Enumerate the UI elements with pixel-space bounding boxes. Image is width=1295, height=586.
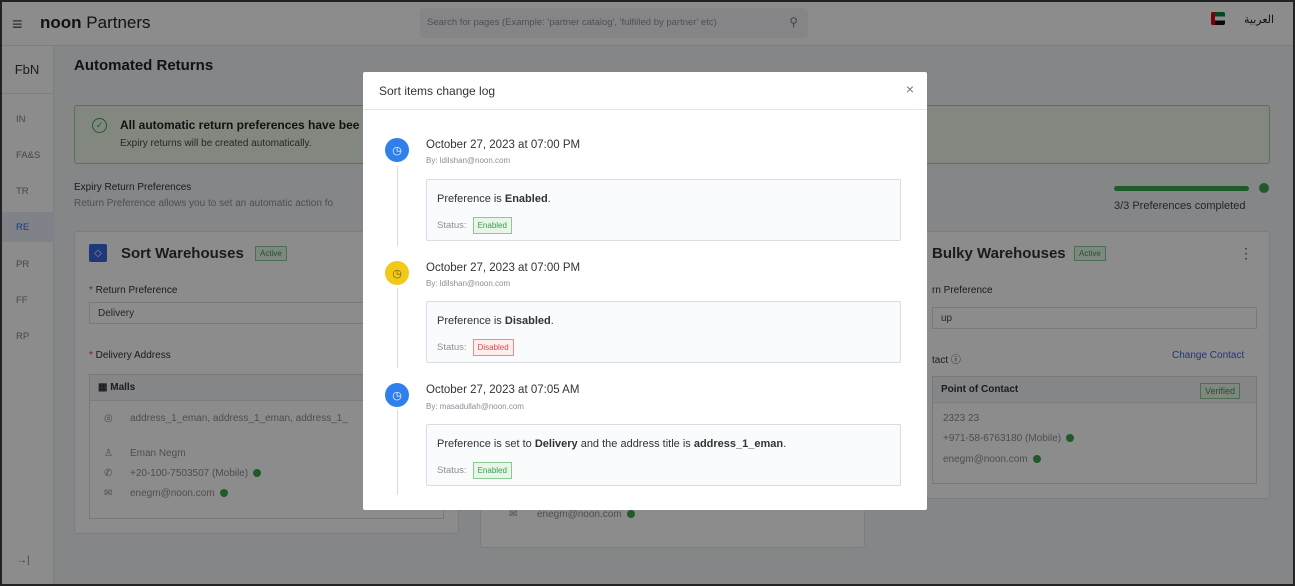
log-author: By: ldilshan@noon.com [426,156,511,165]
log-message: Preference is set to Delivery and the ad… [437,438,787,450]
modal-header: Sort items change log × [363,72,927,110]
modal-title: Sort items change log [379,84,496,98]
status-badge: Enabled [472,217,512,234]
timeline-connector [397,410,398,495]
timeline-connector [397,288,398,368]
log-status: Status: Enabled [437,462,512,479]
log-status: Status: Disabled [437,339,514,356]
log-message: Preference is Enabled. [437,193,551,205]
timeline-connector [397,166,398,246]
clock-icon: ◷ [385,383,409,407]
change-log-modal: Sort items change log × ◷ October 27, 20… [363,72,927,510]
log-author: By: ldilshan@noon.com [426,279,511,288]
log-entry: Preference is Disabled. Status: Disabled [426,301,901,363]
close-icon[interactable]: × [906,81,914,97]
clock-icon: ◷ [385,138,409,162]
status-badge: Enabled [472,462,512,479]
log-date: October 27, 2023 at 07:00 PM [426,262,581,274]
log-date: October 27, 2023 at 07:00 PM [426,139,581,151]
log-author: By: masadullah@noon.com [426,402,524,411]
clock-icon: ◷ [385,261,409,285]
log-entry: Preference is set to Delivery and the ad… [426,424,901,486]
log-date: October 27, 2023 at 07:05 AM [426,384,580,396]
status-badge: Disabled [472,339,514,356]
log-message: Preference is Disabled. [437,315,554,327]
log-status: Status: Enabled [437,217,512,234]
log-entry: Preference is Enabled. Status: Enabled [426,179,901,241]
